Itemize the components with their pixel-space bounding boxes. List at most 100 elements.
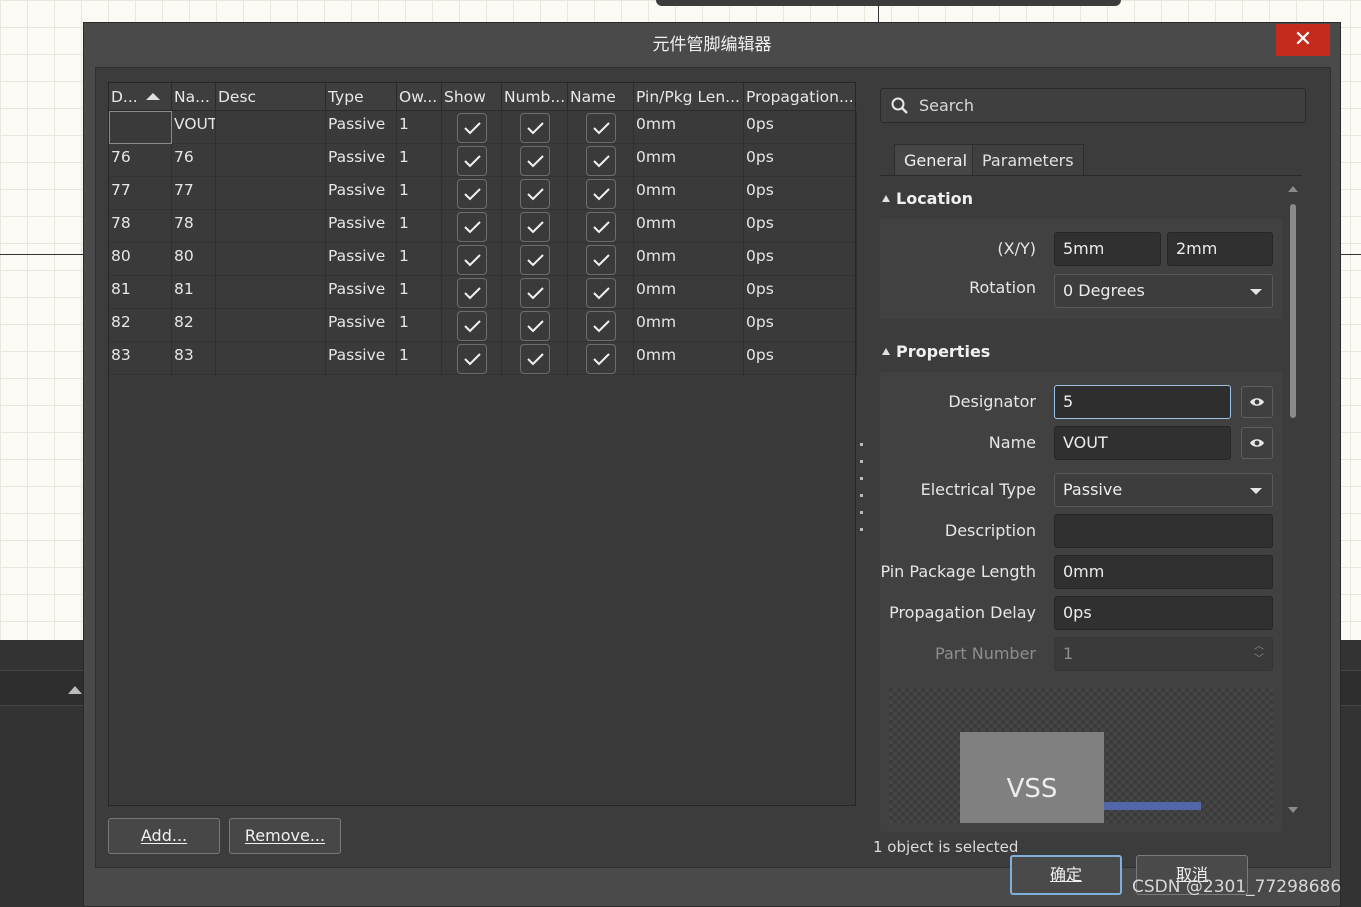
- cell-propagation[interactable]: 0ps: [744, 144, 857, 177]
- cell-pin-length[interactable]: 0mm: [634, 309, 744, 342]
- remove-button[interactable]: Remove...: [229, 818, 341, 854]
- cell-name[interactable]: 80: [172, 243, 216, 276]
- cell-type[interactable]: Passive: [326, 243, 397, 276]
- cell-pin-length[interactable]: 0mm: [634, 144, 744, 177]
- cell-description[interactable]: [216, 276, 326, 309]
- cell-name[interactable]: 77: [172, 177, 216, 210]
- cell-number-checkbox[interactable]: [520, 179, 550, 209]
- cell-number-checkbox[interactable]: [520, 245, 550, 275]
- pin-package-length-field[interactable]: 0mm: [1054, 555, 1273, 589]
- cell-show[interactable]: [442, 177, 502, 210]
- cell-type[interactable]: Passive: [326, 342, 397, 375]
- column-header-pin-length[interactable]: Pin/Pkg Len...: [634, 83, 744, 111]
- cell-designator[interactable]: [109, 111, 172, 144]
- cell-show-checkbox[interactable]: [457, 212, 487, 242]
- x-field[interactable]: 5mm: [1054, 232, 1161, 266]
- cell-designator[interactable]: 81: [109, 276, 172, 309]
- table-row[interactable]: 76 76 Passive 1 0mm 0ps: [109, 144, 857, 177]
- cell-name-visible-checkbox[interactable]: [586, 212, 616, 242]
- cell-show-checkbox[interactable]: [457, 179, 487, 209]
- cell-number-checkbox[interactable]: [520, 344, 550, 374]
- rotation-dropdown[interactable]: 0 Degrees: [1054, 274, 1273, 308]
- cell-name[interactable]: VOUT: [172, 111, 216, 144]
- cell-propagation[interactable]: 0ps: [744, 177, 857, 210]
- location-section-header[interactable]: Location: [882, 189, 973, 208]
- cell-designator[interactable]: 80: [109, 243, 172, 276]
- cell-show[interactable]: [442, 243, 502, 276]
- cell-pin-length[interactable]: 0mm: [634, 111, 744, 144]
- cell-type[interactable]: Passive: [326, 177, 397, 210]
- table-row[interactable]: VOUT Passive 1 0mm 0ps: [109, 111, 857, 144]
- cell-name[interactable]: 81: [172, 276, 216, 309]
- electrical-type-dropdown[interactable]: Passive: [1054, 473, 1273, 507]
- designator-field[interactable]: 5: [1054, 385, 1231, 419]
- scroll-down-arrow-icon[interactable]: [1288, 807, 1298, 813]
- cell-designator[interactable]: 78: [109, 210, 172, 243]
- ok-button[interactable]: 确定: [1010, 855, 1122, 895]
- cell-designator[interactable]: 83: [109, 342, 172, 375]
- cell-name[interactable]: 76: [172, 144, 216, 177]
- cell-description[interactable]: [216, 243, 326, 276]
- cell-name[interactable]: 78: [172, 210, 216, 243]
- cell-show-checkbox[interactable]: [457, 245, 487, 275]
- cell-pin-length[interactable]: 0mm: [634, 342, 744, 375]
- column-header-type[interactable]: Type: [326, 83, 397, 111]
- cell-number-checkbox[interactable]: [520, 212, 550, 242]
- cell-name-visible-checkbox[interactable]: [586, 245, 616, 275]
- tab-general[interactable]: General: [894, 144, 978, 176]
- cell-number[interactable]: [502, 144, 568, 177]
- cell-owner[interactable]: 1: [397, 309, 442, 342]
- cell-description[interactable]: [216, 177, 326, 210]
- column-header-show[interactable]: Show: [442, 83, 502, 111]
- cell-name-visible[interactable]: [568, 276, 634, 309]
- cell-number-checkbox[interactable]: [520, 311, 550, 341]
- cell-number-checkbox[interactable]: [520, 113, 550, 143]
- add-button[interactable]: Add...: [108, 818, 220, 854]
- search-box[interactable]: Search: [880, 88, 1306, 123]
- cell-show[interactable]: [442, 309, 502, 342]
- cell-name[interactable]: 82: [172, 309, 216, 342]
- column-header-name[interactable]: Na...: [172, 83, 216, 111]
- cell-number[interactable]: [502, 342, 568, 375]
- panel-splitter[interactable]: [860, 443, 864, 543]
- cell-description[interactable]: [216, 144, 326, 177]
- propagation-delay-field[interactable]: 0ps: [1054, 596, 1273, 630]
- scroll-up-arrow-icon[interactable]: [1288, 186, 1298, 192]
- cell-number[interactable]: [502, 243, 568, 276]
- cell-pin-length[interactable]: 0mm: [634, 276, 744, 309]
- cell-show-checkbox[interactable]: [457, 311, 487, 341]
- cell-owner[interactable]: 1: [397, 177, 442, 210]
- cell-name-visible[interactable]: [568, 177, 634, 210]
- cell-type[interactable]: Passive: [326, 309, 397, 342]
- cell-show[interactable]: [442, 144, 502, 177]
- cell-description[interactable]: [216, 342, 326, 375]
- cell-pin-length[interactable]: 0mm: [634, 243, 744, 276]
- cell-description[interactable]: [216, 111, 326, 144]
- cell-type[interactable]: Passive: [326, 111, 397, 144]
- cell-pin-length[interactable]: 0mm: [634, 177, 744, 210]
- cell-number-checkbox[interactable]: [520, 146, 550, 176]
- cell-owner[interactable]: 1: [397, 243, 442, 276]
- cell-name-visible[interactable]: [568, 111, 634, 144]
- y-field[interactable]: 2mm: [1167, 232, 1273, 266]
- column-header-designator[interactable]: D...: [109, 83, 172, 111]
- cell-propagation[interactable]: 0ps: [744, 342, 857, 375]
- panel-scrollbar[interactable]: [1290, 204, 1296, 418]
- cell-show[interactable]: [442, 111, 502, 144]
- cell-number[interactable]: [502, 177, 568, 210]
- close-button[interactable]: ✕: [1276, 24, 1330, 56]
- column-header-owner[interactable]: Ow...: [397, 83, 442, 111]
- cell-show-checkbox[interactable]: [457, 278, 487, 308]
- designator-visibility-button[interactable]: [1241, 386, 1273, 418]
- table-row[interactable]: 78 78 Passive 1 0mm 0ps: [109, 210, 857, 243]
- cell-show[interactable]: [442, 276, 502, 309]
- cell-name-visible-checkbox[interactable]: [586, 278, 616, 308]
- cell-designator[interactable]: 76: [109, 144, 172, 177]
- column-header-name-visible[interactable]: Name: [568, 83, 634, 111]
- cell-propagation[interactable]: 0ps: [744, 210, 857, 243]
- cell-type[interactable]: Passive: [326, 210, 397, 243]
- column-header-desc[interactable]: Desc: [216, 83, 326, 111]
- cell-show-checkbox[interactable]: [457, 146, 487, 176]
- table-row[interactable]: 83 83 Passive 1 0mm 0ps: [109, 342, 857, 375]
- table-row[interactable]: 80 80 Passive 1 0mm 0ps: [109, 243, 857, 276]
